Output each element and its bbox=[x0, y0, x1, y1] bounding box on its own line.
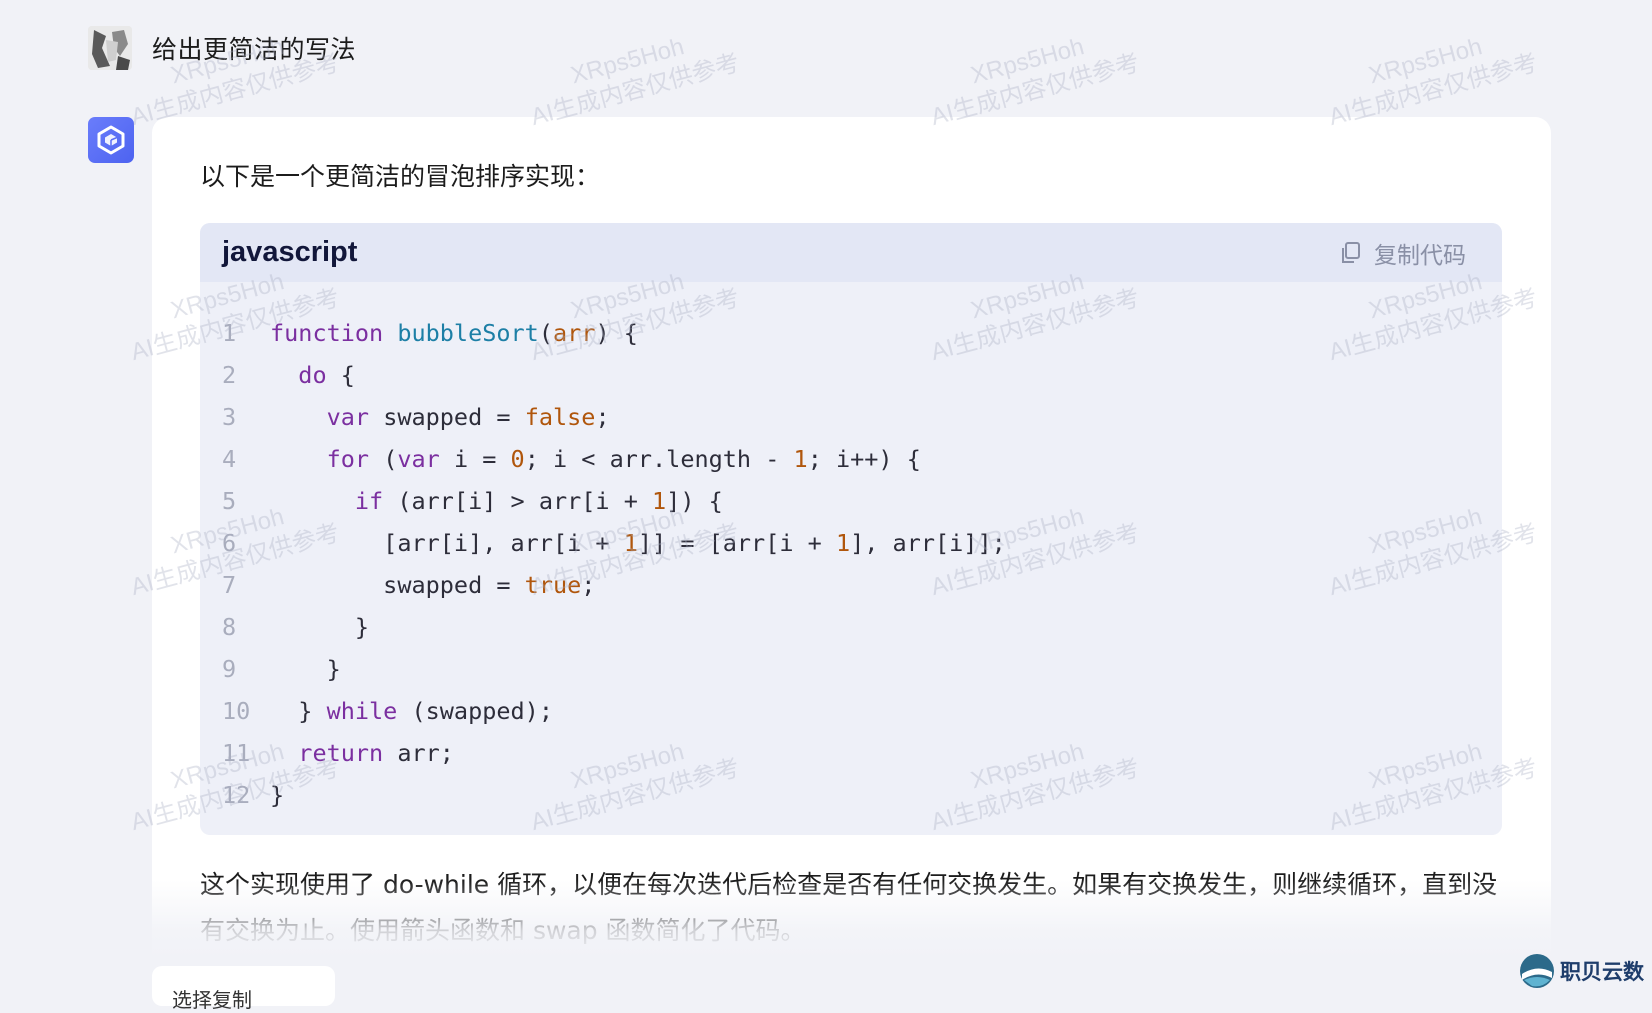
line-number: 2 bbox=[222, 361, 237, 389]
code-body: 1 function bubbleSort(arr) { 2 do { 3 var… bbox=[200, 282, 1502, 816]
line-number: 6 bbox=[222, 529, 237, 557]
line-number: 5 bbox=[222, 487, 237, 515]
code-line: 3 var swapped = false; bbox=[200, 396, 1502, 438]
answer-explanation: 这个实现使用了 do-while 循环，以便在每次迭代后检查是否有任何交换发生。… bbox=[200, 870, 1498, 945]
code-text: } bbox=[270, 781, 285, 809]
code-text: return arr; bbox=[298, 739, 454, 767]
code-line: 10 } while (swapped); bbox=[200, 690, 1502, 732]
cube-logo-icon bbox=[97, 125, 125, 155]
code-line: 2 do { bbox=[200, 354, 1502, 396]
line-number: 12 bbox=[222, 781, 251, 809]
globe-logo-icon bbox=[1520, 954, 1554, 988]
code-text: if (arr[i] > arr[i + 1]) { bbox=[354, 487, 723, 515]
brand-logo: 职贝云数 bbox=[1518, 952, 1644, 990]
code-text: [arr[i], arr[i + 1]] = [arr[i + 1], arr[… bbox=[270, 529, 1006, 557]
code-line: 1 function bubbleSort(arr) { bbox=[200, 312, 1502, 354]
code-text: do { bbox=[298, 361, 355, 389]
user-message-text: 给出更简洁的写法 bbox=[152, 35, 357, 64]
line-number: 3 bbox=[222, 403, 237, 431]
code-line: 11 return arr; bbox=[200, 732, 1502, 774]
copy-icon bbox=[1342, 241, 1360, 263]
copy-code-button[interactable]: 复制代码 bbox=[1340, 236, 1466, 270]
bot-avatar bbox=[88, 117, 134, 163]
user-avatar bbox=[88, 26, 132, 70]
line-number: 4 bbox=[222, 445, 237, 473]
code-text: } while (swapped); bbox=[270, 697, 553, 725]
code-text: } bbox=[270, 655, 341, 683]
line-number: 11 bbox=[222, 739, 251, 767]
select-copy-label: 选择复制 bbox=[172, 988, 252, 1012]
brand-name: 职贝云数 bbox=[1560, 960, 1644, 984]
code-text: function bubbleSort(arr) { bbox=[270, 319, 638, 347]
code-line: 8 } bbox=[200, 606, 1502, 648]
code-line: 9 } bbox=[200, 648, 1502, 690]
line-number: 7 bbox=[222, 571, 237, 599]
select-copy-button[interactable]: 选择复制 bbox=[152, 966, 335, 1012]
line-number: 10 bbox=[222, 697, 251, 725]
code-text: for (var i = 0; i < arr.length - 1; i++)… bbox=[326, 445, 921, 473]
user-message-row: 给出更简洁的写法 bbox=[88, 26, 356, 70]
watermark: XRps5Hoh AI生成内容仅供参考 bbox=[1326, 33, 1541, 132]
line-number: 8 bbox=[222, 613, 237, 641]
watermark: XRps5Hoh AI生成内容仅供参考 bbox=[528, 33, 743, 132]
answer-card: 以下是一个更简洁的冒泡排序实现： javascript 复制代码 1 functi… bbox=[152, 117, 1551, 993]
answer-intro: 以下是一个更简洁的冒泡排序实现： bbox=[200, 162, 601, 191]
line-number: 9 bbox=[222, 655, 237, 683]
copy-code-label: 复制代码 bbox=[1374, 242, 1466, 269]
code-language-label: javascript bbox=[222, 236, 358, 268]
watermark: XRps5Hoh AI生成内容仅供参考 bbox=[928, 33, 1143, 132]
code-header: javascript 复制代码 bbox=[200, 223, 1502, 282]
code-text: var swapped = false; bbox=[326, 403, 610, 431]
code-text: } bbox=[270, 613, 370, 641]
code-line: 5 if (arr[i] > arr[i + 1]) { bbox=[200, 480, 1502, 522]
code-line: 6 [arr[i], arr[i + 1]] = [arr[i + 1], ar… bbox=[200, 522, 1502, 564]
code-line: 12} bbox=[200, 774, 1502, 816]
line-number: 1 bbox=[222, 319, 237, 347]
code-line: 7 swapped = true; bbox=[200, 564, 1502, 606]
code-block: javascript 复制代码 1 function bubbleSort(arr… bbox=[200, 223, 1502, 835]
code-text: swapped = true; bbox=[270, 571, 596, 599]
code-line: 4 for (var i = 0; i < arr.length - 1; i+… bbox=[200, 438, 1502, 480]
